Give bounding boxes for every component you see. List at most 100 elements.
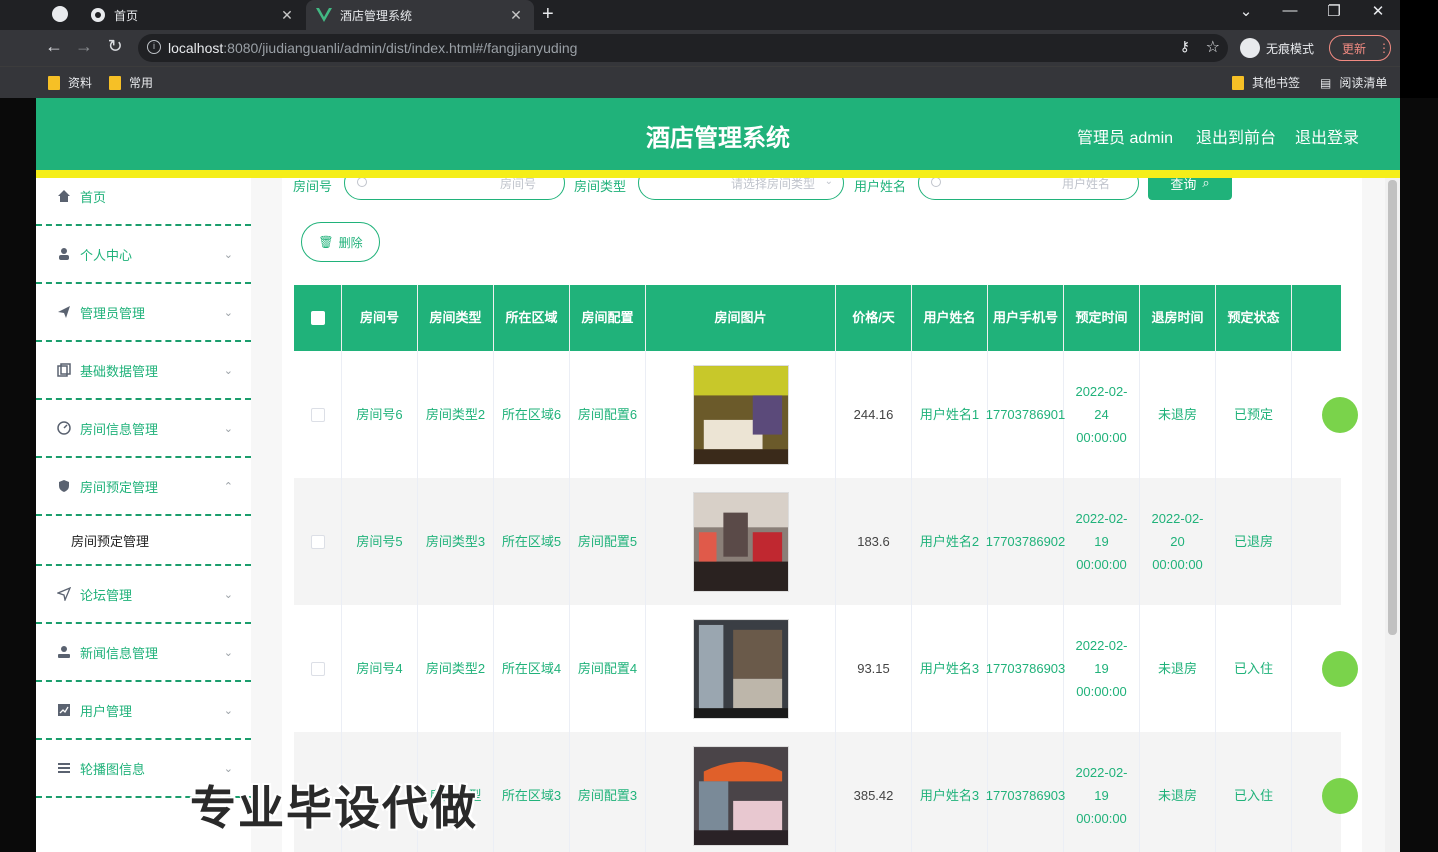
col-header: 房间类型 xyxy=(418,285,494,351)
cell-book-time: 2022-02-19 00:00:00 xyxy=(1064,605,1140,732)
chevron-down-icon: ⌄ xyxy=(223,588,233,601)
browser-tabbar: 首页 ✕ 酒店管理系统 ✕ + ⌄ — ❐ ✕ xyxy=(0,0,1400,30)
tab-search-icon[interactable]: ⌄ xyxy=(1226,2,1266,20)
key-icon[interactable]: ⚷ xyxy=(1180,38,1190,55)
close-tab-icon[interactable]: ✕ xyxy=(277,7,297,24)
minimize-icon[interactable]: — xyxy=(1270,2,1310,19)
sidebar: 首页 个人中心 ⌄ 管理员管理 ⌄ 基础数据管理 ⌄ 房间信息管理 ⌄ 房间预定… xyxy=(36,178,251,852)
letterbox-left xyxy=(0,98,36,852)
letterbox-right xyxy=(1400,98,1438,852)
room-type-select[interactable]: 请选择房间类型 ⌄ xyxy=(638,178,844,200)
update-button[interactable]: 更新 ⋮ xyxy=(1329,35,1391,61)
col-header: 房间号 xyxy=(342,285,418,351)
cell-area: 所在区域6 xyxy=(494,351,570,478)
sidebar-item-forum[interactable]: 论坛管理 ⌄ xyxy=(36,566,251,624)
sidebar-item-rooms[interactable]: 房间信息管理 ⌄ xyxy=(36,400,251,458)
sidebar-item-label: 管理员管理 xyxy=(80,305,146,321)
other-bookmarks[interactable]: 其他书签 xyxy=(1232,74,1300,91)
bookmark-folder[interactable]: 资料 xyxy=(48,74,92,91)
chevron-down-icon: ⌄ xyxy=(824,178,833,187)
sidebar-item-admins[interactable]: 管理员管理 ⌄ xyxy=(36,284,251,342)
row-action-button[interactable] xyxy=(1322,397,1358,433)
delete-button[interactable]: 🗑 删除 xyxy=(301,222,380,262)
tab-home[interactable]: 首页 ✕ xyxy=(80,0,305,30)
cell-user: 用户姓名3 xyxy=(912,732,988,852)
info-icon[interactable]: i xyxy=(147,40,161,54)
sidebar-item-profile[interactable]: 个人中心 ⌄ xyxy=(36,226,251,284)
reading-list[interactable]: ▤ 阅读清单 xyxy=(1320,74,1387,91)
bookmark-label: 其他书签 xyxy=(1252,76,1301,90)
forward-icon[interactable]: → xyxy=(72,36,96,57)
folder-icon xyxy=(109,75,121,90)
user-name-input[interactable]: 用户姓名 xyxy=(918,178,1139,200)
row-action-button[interactable] xyxy=(1322,651,1358,687)
delete-label: 删除 xyxy=(338,235,363,250)
cell-price: 244.16 xyxy=(836,351,912,478)
url-path: :8080/jiudianguanli/admin/dist/index.htm… xyxy=(223,40,578,56)
search-icon xyxy=(931,178,941,187)
row-checkbox-cell xyxy=(294,605,342,732)
row-checkbox-cell xyxy=(294,478,342,605)
back-icon[interactable]: ← xyxy=(42,36,66,57)
sidebar-item-label: 个人中心 xyxy=(80,247,133,263)
close-tab-icon[interactable]: ✕ xyxy=(506,7,526,24)
col-header: 价格/天 xyxy=(836,285,912,351)
bookmark-folder[interactable]: 常用 xyxy=(109,74,153,91)
search-form: 房间号 房间号 房间类型 请选择房间类型 ⌄ 用户姓名 用户姓名 查询 ⌕ xyxy=(282,178,1362,202)
chevron-down-icon: ⌄ xyxy=(223,306,233,319)
row-action-button[interactable] xyxy=(1322,778,1358,814)
sidebar-item-label: 房间预定管理 xyxy=(80,479,159,495)
cell-type: 房间类型2 xyxy=(418,351,494,478)
sidebar-item-label: 用户管理 xyxy=(80,703,133,719)
sidebar-item-label: 轮播图信息 xyxy=(80,761,146,777)
table-row: 房间号4 房间类型2 所在区域4 房间配置4 93.15 用户姓名3 17703… xyxy=(294,605,1358,732)
sidebar-item-news[interactable]: 新闻信息管理 ⌄ xyxy=(36,624,251,682)
row-checkbox[interactable] xyxy=(310,661,325,676)
user-icon xyxy=(56,246,72,262)
col-header: 用户手机号 xyxy=(988,285,1064,351)
chevron-up-icon: ⌃ xyxy=(223,480,233,493)
scrollbar-thumb[interactable] xyxy=(1388,180,1397,635)
reload-icon[interactable]: ↻ xyxy=(103,36,127,57)
cell-type: 房间类型2 xyxy=(418,605,494,732)
submenu-item-bookings[interactable]: 房间预定管理 xyxy=(36,516,251,566)
cell-config: 房间配置5 xyxy=(570,478,646,605)
table-row: 房间号6 房间类型2 所在区域6 房间配置6 244.16 用户姓名1 1770… xyxy=(294,351,1358,478)
cell-config: 房间配置3 xyxy=(570,732,646,852)
star-icon[interactable]: ☆ xyxy=(1206,37,1220,57)
copy-icon xyxy=(56,362,72,378)
sidebar-item-home[interactable]: 首页 xyxy=(36,178,251,226)
row-checkbox[interactable] xyxy=(310,407,325,422)
col-header: 预定时间 xyxy=(1064,285,1140,351)
sidebar-item-label: 基础数据管理 xyxy=(80,363,159,379)
user-name-placeholder: 用户姓名 xyxy=(1061,178,1110,191)
logout-link[interactable]: 退出登录 xyxy=(1295,124,1359,148)
tab-hotel[interactable]: 酒店管理系统 ✕ xyxy=(306,0,534,30)
url-host: localhost xyxy=(168,40,224,56)
new-tab-icon[interactable]: + xyxy=(542,3,554,26)
bookmark-label: 阅读清单 xyxy=(1339,76,1388,90)
chrome-icon xyxy=(52,6,68,22)
incognito-indicator[interactable]: 无痕模式 xyxy=(1240,36,1314,60)
list-icon xyxy=(56,760,72,776)
chevron-down-icon: ⌄ xyxy=(223,364,233,377)
folder-icon xyxy=(1232,75,1244,90)
sidebar-item-users[interactable]: 用户管理 ⌄ xyxy=(36,682,251,740)
reading-list-icon: ▤ xyxy=(1320,75,1332,90)
watermark-text: 专业毕设代做 xyxy=(190,782,478,834)
query-button[interactable]: 查询 ⌕ xyxy=(1148,178,1232,200)
row-checkbox[interactable] xyxy=(310,534,325,549)
back-to-front-link[interactable]: 退出到前台 xyxy=(1196,124,1276,148)
room-number-placeholder: 房间号 xyxy=(499,178,536,191)
page-scrollbar[interactable] xyxy=(1385,178,1400,852)
window-close-icon[interactable]: ✕ xyxy=(1358,2,1398,20)
sidebar-item-bookings[interactable]: 房间预定管理 ⌃ xyxy=(36,458,251,516)
room-number-input[interactable]: 房间号 xyxy=(344,178,565,200)
restore-icon[interactable]: ❐ xyxy=(1314,2,1354,20)
sidebar-item-basedata[interactable]: 基础数据管理 ⌄ xyxy=(36,342,251,400)
room-number-label: 房间号 xyxy=(293,179,333,194)
query-label: 查询 xyxy=(1170,178,1197,192)
address-bar[interactable]: i localhost:8080/jiudianguanli/admin/dis… xyxy=(138,34,1228,62)
select-all-checkbox[interactable] xyxy=(310,311,325,325)
screen: 首页 ✕ 酒店管理系统 ✕ + ⌄ — ❐ ✕ ← → ↻ i localhos… xyxy=(0,0,1438,852)
